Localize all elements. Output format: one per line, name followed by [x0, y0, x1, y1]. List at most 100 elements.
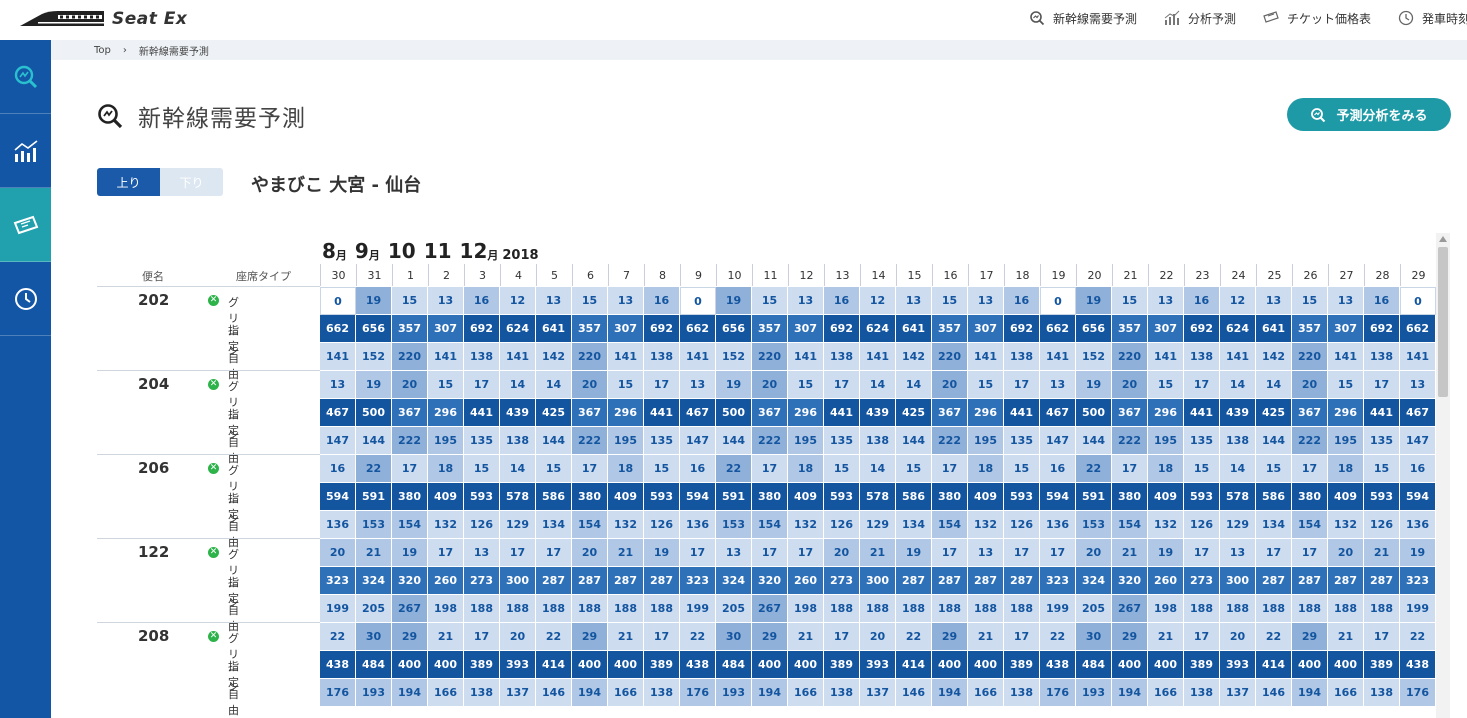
demand-cell[interactable]: 22	[1076, 455, 1112, 483]
demand-cell[interactable]: 19	[1148, 539, 1184, 567]
demand-cell[interactable]: 129	[500, 511, 536, 539]
demand-cell[interactable]: 198	[428, 595, 464, 623]
demand-cell[interactable]: 17	[932, 539, 968, 567]
demand-cell[interactable]: 409	[428, 483, 464, 511]
demand-cell[interactable]: 17	[1184, 371, 1220, 399]
demand-cell[interactable]: 12	[500, 287, 536, 315]
demand-cell[interactable]: 692	[1364, 315, 1400, 343]
demand-cell[interactable]: 154	[932, 511, 968, 539]
demand-cell[interactable]: 578	[860, 483, 896, 511]
demand-cell[interactable]: 380	[752, 483, 788, 511]
demand-cell[interactable]: 147	[1040, 427, 1076, 455]
demand-cell[interactable]: 380	[1112, 483, 1148, 511]
demand-cell[interactable]: 13	[1328, 287, 1364, 315]
demand-cell[interactable]: 19	[716, 287, 752, 315]
demand-cell[interactable]: 296	[968, 399, 1004, 427]
demand-cell[interactable]: 641	[896, 315, 932, 343]
demand-cell[interactable]: 193	[356, 679, 392, 707]
demand-cell[interactable]: 194	[752, 679, 788, 707]
demand-cell[interactable]: 409	[968, 483, 1004, 511]
demand-cell[interactable]: 194	[572, 679, 608, 707]
demand-cell[interactable]: 22	[896, 623, 932, 651]
demand-cell[interactable]: 222	[1112, 427, 1148, 455]
demand-cell[interactable]: 205	[1076, 595, 1112, 623]
demand-cell[interactable]: 144	[536, 427, 572, 455]
demand-cell[interactable]: 287	[572, 567, 608, 595]
demand-cell[interactable]: 17	[680, 539, 716, 567]
demand-cell[interactable]: 287	[1292, 567, 1328, 595]
demand-cell[interactable]: 17	[788, 539, 824, 567]
demand-cell[interactable]: 389	[824, 651, 860, 679]
demand-cell[interactable]: 188	[896, 595, 932, 623]
demand-cell[interactable]: 205	[356, 595, 392, 623]
demand-cell[interactable]: 222	[1292, 427, 1328, 455]
demand-cell[interactable]: 15	[1004, 455, 1040, 483]
demand-cell[interactable]: 287	[644, 567, 680, 595]
demand-cell[interactable]: 17	[1292, 539, 1328, 567]
demand-cell[interactable]: 441	[644, 399, 680, 427]
demand-cell[interactable]: 135	[1184, 427, 1220, 455]
demand-cell[interactable]: 19	[1400, 539, 1436, 567]
demand-cell[interactable]: 188	[644, 595, 680, 623]
demand-cell[interactable]: 13	[716, 539, 752, 567]
demand-cell[interactable]: 15	[788, 371, 824, 399]
demand-cell[interactable]: 14	[500, 371, 536, 399]
demand-cell[interactable]: 142	[1256, 343, 1292, 371]
demand-cell[interactable]: 300	[860, 567, 896, 595]
nav-forecast[interactable]: 新幹線需要予測	[1029, 0, 1137, 36]
demand-cell[interactable]: 594	[680, 483, 716, 511]
demand-cell[interactable]: 141	[500, 343, 536, 371]
demand-cell[interactable]: 13	[1220, 539, 1256, 567]
demand-cell[interactable]: 367	[932, 399, 968, 427]
demand-cell[interactable]: 287	[932, 567, 968, 595]
demand-cell[interactable]: 144	[1256, 427, 1292, 455]
demand-cell[interactable]: 18	[1148, 455, 1184, 483]
demand-cell[interactable]: 273	[1184, 567, 1220, 595]
demand-cell[interactable]: 15	[608, 371, 644, 399]
demand-cell[interactable]: 438	[680, 651, 716, 679]
demand-cell[interactable]: 593	[1364, 483, 1400, 511]
demand-cell[interactable]: 220	[1112, 343, 1148, 371]
demand-cell[interactable]: 136	[1040, 511, 1076, 539]
demand-cell[interactable]: 17	[752, 539, 788, 567]
demand-cell[interactable]: 641	[1256, 315, 1292, 343]
demand-cell[interactable]: 15	[536, 455, 572, 483]
demand-cell[interactable]: 662	[1040, 315, 1076, 343]
demand-cell[interactable]: 129	[860, 511, 896, 539]
demand-cell[interactable]: 195	[1148, 427, 1184, 455]
demand-cell[interactable]: 147	[320, 427, 356, 455]
demand-cell[interactable]: 17	[1292, 455, 1328, 483]
demand-cell[interactable]: 594	[1040, 483, 1076, 511]
demand-cell[interactable]: 14	[1256, 371, 1292, 399]
demand-cell[interactable]: 287	[536, 567, 572, 595]
demand-cell[interactable]: 17	[1184, 623, 1220, 651]
demand-cell[interactable]: 188	[572, 595, 608, 623]
demand-cell[interactable]: 692	[464, 315, 500, 343]
demand-cell[interactable]: 188	[824, 595, 860, 623]
demand-cell[interactable]: 400	[428, 651, 464, 679]
demand-cell[interactable]: 13	[320, 371, 356, 399]
demand-cell[interactable]: 438	[1400, 651, 1436, 679]
demand-cell[interactable]: 591	[356, 483, 392, 511]
demand-cell[interactable]: 220	[932, 343, 968, 371]
demand-cell[interactable]: 400	[608, 651, 644, 679]
demand-cell[interactable]: 12	[860, 287, 896, 315]
sidebar-item-schedule[interactable]	[0, 262, 51, 336]
demand-cell[interactable]: 16	[1184, 287, 1220, 315]
demand-cell[interactable]: 441	[464, 399, 500, 427]
demand-cell[interactable]: 126	[1184, 511, 1220, 539]
view-analysis-button[interactable]: 予測分析をみる	[1287, 98, 1451, 131]
demand-cell[interactable]: 15	[644, 455, 680, 483]
demand-cell[interactable]: 198	[1148, 595, 1184, 623]
demand-cell[interactable]: 296	[1148, 399, 1184, 427]
demand-cell[interactable]: 136	[680, 511, 716, 539]
demand-cell[interactable]: 467	[1040, 399, 1076, 427]
demand-cell[interactable]: 195	[788, 427, 824, 455]
demand-cell[interactable]: 13	[1148, 287, 1184, 315]
demand-cell[interactable]: 188	[500, 595, 536, 623]
demand-cell[interactable]: 188	[932, 595, 968, 623]
demand-cell[interactable]: 144	[896, 427, 932, 455]
demand-cell[interactable]: 17	[824, 371, 860, 399]
demand-cell[interactable]: 222	[752, 427, 788, 455]
demand-cell[interactable]: 220	[752, 343, 788, 371]
